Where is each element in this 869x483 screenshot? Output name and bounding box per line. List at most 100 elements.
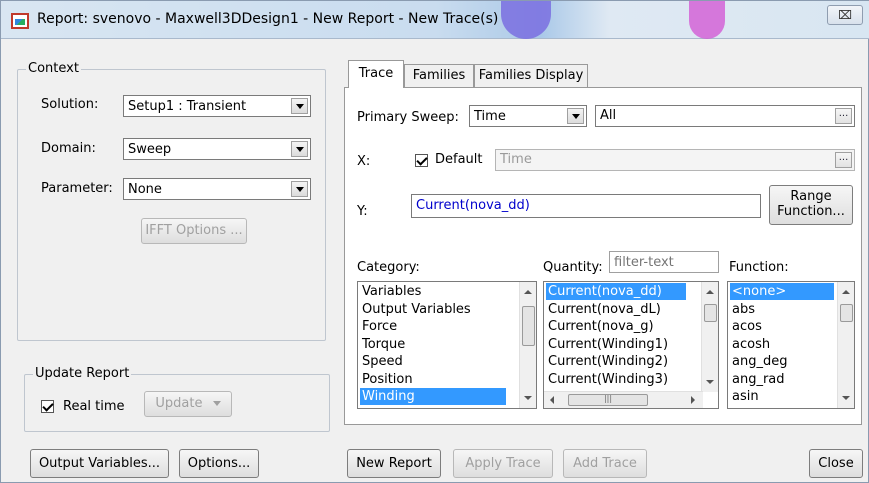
domain-value: Sweep	[128, 142, 172, 157]
trace-tab-panel: Primary Sweep: Time All ... X: Default T…	[344, 87, 862, 425]
chevron-down-icon	[212, 401, 221, 406]
scroll-right-icon[interactable]	[691, 396, 695, 404]
category-list-item[interactable]: Output Variables	[360, 301, 506, 318]
report-dialog: Report: svenovo - Maxwell3DDesign1 - New…	[0, 0, 869, 483]
category-list-item[interactable]: Position	[360, 371, 506, 388]
quantity-list-item[interactable]: Current(nova_dL)	[546, 301, 686, 318]
domain-select[interactable]: Sweep	[123, 138, 311, 160]
title-bar[interactable]: Report: svenovo - Maxwell3DDesign1 - New…	[1, 1, 869, 39]
function-list[interactable]: <none> abs acos acosh ang_deg ang_rad asin	[727, 281, 855, 409]
scroll-down-icon[interactable]	[524, 396, 532, 400]
close-window-button[interactable]: ⌧	[827, 5, 863, 25]
scroll-down-icon[interactable]	[706, 380, 714, 384]
quantity-list-item[interactable]: Current(Winding1)	[546, 336, 686, 353]
primary-sweep-select[interactable]: Time	[469, 105, 587, 127]
y-expression-value: Current(nova_dd)	[416, 198, 530, 213]
solution-label: Solution:	[41, 97, 99, 112]
category-list[interactable]: Variables Output Variables Force Torque Spee…	[357, 281, 537, 409]
category-list-item[interactable]: Speed	[360, 353, 506, 370]
quantity-list-item[interactable]: Current(nova_g)	[546, 318, 686, 335]
solution-select[interactable]: Setup1 : Transient	[123, 95, 311, 117]
context-group-label: Context	[26, 61, 81, 76]
x-browse-button[interactable]: ...	[835, 152, 852, 168]
add-trace-button[interactable]: Add Trace	[563, 449, 647, 478]
report-app-icon	[11, 13, 29, 29]
solution-value: Setup1 : Transient	[128, 99, 247, 114]
y-expression-field[interactable]: Current(nova_dd)	[411, 194, 761, 218]
options-button[interactable]: Options...	[179, 449, 259, 478]
quantity-scrollbar[interactable]	[701, 282, 718, 392]
quantity-hscrollbar[interactable]: |||	[544, 391, 703, 408]
chevron-down-icon[interactable]	[291, 98, 308, 114]
domain-label: Domain:	[41, 141, 96, 156]
parameter-select[interactable]: None	[123, 178, 311, 200]
tab-families[interactable]: Families	[404, 64, 474, 88]
primary-sweep-range-field[interactable]: All ...	[595, 105, 855, 127]
scroll-thumb[interactable]	[840, 304, 853, 322]
scroll-up-icon[interactable]	[706, 290, 714, 294]
function-list-item[interactable]: ang_deg	[730, 353, 834, 370]
scroll-up-icon[interactable]	[842, 290, 850, 294]
category-list-item[interactable]: Winding	[360, 388, 506, 405]
update-report-group-label: Update Report	[33, 366, 132, 381]
range-function-line1: Range	[790, 189, 832, 204]
close-button[interactable]: Close	[809, 449, 863, 478]
function-list-item[interactable]: <none>	[730, 283, 834, 300]
realtime-checkbox[interactable]	[41, 400, 54, 413]
parameter-value: None	[128, 182, 162, 197]
titlebar-decoration	[689, 1, 725, 39]
primary-sweep-label: Primary Sweep:	[357, 110, 459, 125]
tab-families-display[interactable]: Families Display	[474, 64, 588, 88]
new-report-button[interactable]: New Report	[347, 449, 441, 478]
titlebar-decoration	[501, 1, 551, 39]
scroll-thumb[interactable]: |||	[568, 394, 648, 406]
ifft-options-button[interactable]: IFFT Options ...	[141, 218, 247, 244]
function-scrollbar[interactable]	[837, 282, 854, 408]
y-label: Y:	[357, 204, 368, 219]
function-list-item[interactable]: ang_rad	[730, 371, 834, 388]
realtime-label: Real time	[63, 399, 125, 414]
apply-trace-button[interactable]: Apply Trace	[453, 449, 553, 478]
function-label: Function:	[729, 260, 789, 275]
quantity-list-item[interactable]: Current(Winding3)	[546, 371, 686, 388]
update-button[interactable]: Update	[144, 391, 232, 417]
scroll-thumb[interactable]	[704, 304, 717, 322]
scroll-down-icon[interactable]	[842, 396, 850, 400]
category-list-item[interactable]: Torque	[360, 336, 506, 353]
quantity-filter-input[interactable]	[609, 251, 719, 273]
x-label: X:	[357, 154, 371, 169]
primary-sweep-range-value: All	[600, 108, 617, 123]
category-list-item[interactable]: Force	[360, 318, 506, 335]
quantity-label: Quantity:	[543, 260, 603, 275]
category-label: Category:	[357, 260, 420, 275]
function-list-item[interactable]: abs	[730, 301, 834, 318]
category-list-item[interactable]: Variables	[360, 283, 506, 300]
range-function-button[interactable]: Range Function...	[769, 185, 853, 225]
chevron-down-icon[interactable]	[291, 141, 308, 157]
scroll-thumb[interactable]	[522, 306, 535, 346]
primary-sweep-browse-button[interactable]: ...	[835, 108, 852, 124]
quantity-list[interactable]: Current(nova_dd) Current(nova_dL) Current(…	[543, 281, 719, 409]
chevron-down-icon[interactable]	[567, 108, 584, 124]
scroll-left-icon[interactable]	[550, 396, 554, 404]
x-expression-value: Time	[500, 152, 532, 167]
range-function-line2: Function...	[777, 204, 845, 219]
category-scrollbar[interactable]	[519, 282, 536, 408]
quantity-list-item[interactable]: Current(Winding2)	[546, 353, 686, 370]
window-title: Report: svenovo - Maxwell3DDesign1 - New…	[37, 11, 499, 27]
quantity-list-item[interactable]: Current(nova_dd)	[546, 283, 686, 300]
function-list-item[interactable]: acosh	[730, 336, 834, 353]
close-icon: ⌧	[838, 8, 852, 22]
chevron-down-icon[interactable]	[291, 181, 308, 197]
default-label: Default	[435, 152, 483, 167]
function-list-item[interactable]: asin	[730, 388, 834, 405]
x-expression-field[interactable]: Time ...	[495, 149, 855, 171]
default-checkbox[interactable]	[415, 154, 428, 167]
primary-sweep-value: Time	[474, 109, 506, 124]
parameter-label: Parameter:	[41, 181, 113, 196]
scroll-up-icon[interactable]	[524, 290, 532, 294]
function-list-item[interactable]: acos	[730, 318, 834, 335]
output-variables-button[interactable]: Output Variables...	[30, 449, 169, 478]
update-button-label: Update	[155, 396, 203, 411]
tab-trace[interactable]: Trace	[348, 60, 404, 88]
